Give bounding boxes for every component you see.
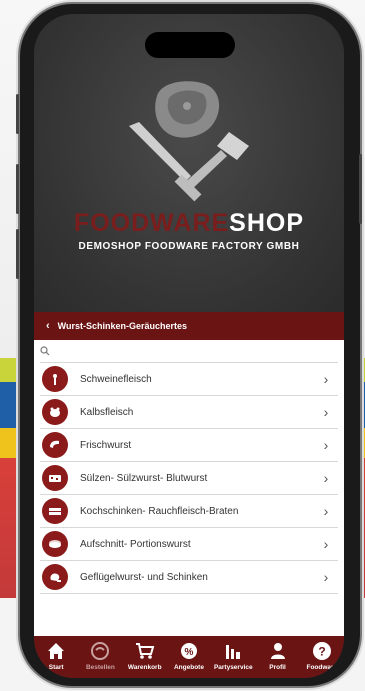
- category-label: Frischwurst: [80, 439, 132, 451]
- help-icon: ?: [311, 640, 333, 662]
- breadcrumb-bar[interactable]: ‹ Wurst-Schinken-Geräuchertes: [34, 312, 344, 340]
- ham-icon: [42, 498, 68, 524]
- party-icon: [222, 640, 244, 662]
- tab-label: Start: [48, 664, 64, 671]
- tab-label: Profil: [269, 664, 286, 671]
- category-label: Schweinefleisch: [80, 373, 152, 385]
- tab-profil[interactable]: Profil: [259, 640, 297, 671]
- tab-foodware[interactable]: ? Foodware: [303, 640, 341, 671]
- tab-bestellen[interactable]: Bestellen: [81, 640, 119, 671]
- category-panel: ‹ Wurst-Schinken-Geräuchertes Schweinefl…: [34, 312, 344, 637]
- notch: [145, 32, 235, 58]
- power-button: [359, 154, 362, 224]
- chevron-right-icon: ›: [323, 404, 329, 420]
- chevron-right-icon: ›: [323, 503, 329, 519]
- category-item-gefluegelwurst[interactable]: Geflügelwurst- und Schinken ›: [40, 561, 338, 594]
- chevron-right-icon: ›: [323, 437, 329, 453]
- chevron-right-icon: ›: [323, 371, 329, 387]
- category-item-suelzen[interactable]: Sülzen- Sülzwurst- Blutwurst ›: [40, 462, 338, 495]
- mute-switch: [16, 229, 19, 279]
- tab-warenkorb[interactable]: Warenkorb: [126, 640, 164, 671]
- search-bar[interactable]: [34, 340, 344, 362]
- coldcuts-icon: [42, 531, 68, 557]
- sausage-icon: [42, 432, 68, 458]
- back-icon[interactable]: ‹: [46, 320, 50, 332]
- poultry-icon: [42, 564, 68, 590]
- order-icon: [89, 640, 111, 662]
- brand-name: FOODWARESHOP: [34, 209, 344, 238]
- tab-label: Bestellen: [85, 664, 115, 671]
- category-label: Kalbsfleisch: [80, 406, 134, 418]
- calf-icon: [42, 399, 68, 425]
- category-item-kalbsfleisch[interactable]: Kalbsfleisch ›: [40, 396, 338, 429]
- aspic-icon: [42, 465, 68, 491]
- volume-up-button: [16, 94, 19, 134]
- app-header: FOODWARESHOP DEMOSHOP FOODWARE FACTORY G…: [34, 14, 344, 314]
- tab-label: Angebote: [173, 664, 204, 671]
- tab-label: Partyservice: [213, 664, 253, 671]
- search-icon: [40, 346, 50, 356]
- volume-down-button: [16, 164, 19, 214]
- butcher-logo-icon: [129, 81, 249, 202]
- category-item-aufschnitt[interactable]: Aufschnitt- Portionswurst ›: [40, 528, 338, 561]
- pig-icon: [42, 366, 68, 392]
- home-icon: [45, 640, 67, 662]
- brand-subtitle: DEMOSHOP FOODWARE FACTORY GMBH: [78, 241, 300, 252]
- chevron-right-icon: ›: [323, 536, 329, 552]
- chevron-right-icon: ›: [323, 470, 329, 486]
- category-label: Sülzen- Sülzwurst- Blutwurst: [80, 472, 208, 484]
- category-item-frischwurst[interactable]: Frischwurst ›: [40, 429, 338, 462]
- category-item-kochschinken[interactable]: Kochschinken- Rauchfleisch-Braten ›: [40, 495, 338, 528]
- tab-angebote[interactable]: % Angebote: [170, 640, 208, 671]
- category-label: Kochschinken- Rauchfleisch-Braten: [80, 505, 239, 517]
- brand-name-part1: FOODWARE: [73, 209, 230, 237]
- category-label: Geflügelwurst- und Schinken: [80, 571, 208, 583]
- tab-label: Foodware: [306, 664, 338, 671]
- category-item-schweinefleisch[interactable]: Schweinefleisch ›: [40, 362, 338, 396]
- category-list: Schweinefleisch › Kalbsfleisch › Frischw…: [34, 362, 344, 594]
- bottom-tab-bar: Start Bestellen Warenkorb % Angebote Par…: [34, 636, 344, 678]
- brand-name-part2: SHOP: [229, 209, 305, 237]
- chevron-right-icon: ›: [323, 569, 329, 585]
- svg-text:%: %: [185, 647, 194, 658]
- cart-icon: [134, 640, 156, 662]
- app-screen: FOODWARESHOP DEMOSHOP FOODWARE FACTORY G…: [34, 14, 344, 678]
- tab-partyservice[interactable]: Partyservice: [213, 640, 253, 671]
- svg-text:?: ?: [318, 645, 325, 659]
- offers-icon: %: [178, 640, 200, 662]
- category-label: Aufschnitt- Portionswurst: [80, 538, 191, 550]
- profile-icon: [267, 640, 289, 662]
- tab-label: Warenkorb: [127, 664, 162, 671]
- tab-start[interactable]: Start: [37, 640, 75, 671]
- breadcrumb-label: Wurst-Schinken-Geräuchertes: [57, 321, 188, 331]
